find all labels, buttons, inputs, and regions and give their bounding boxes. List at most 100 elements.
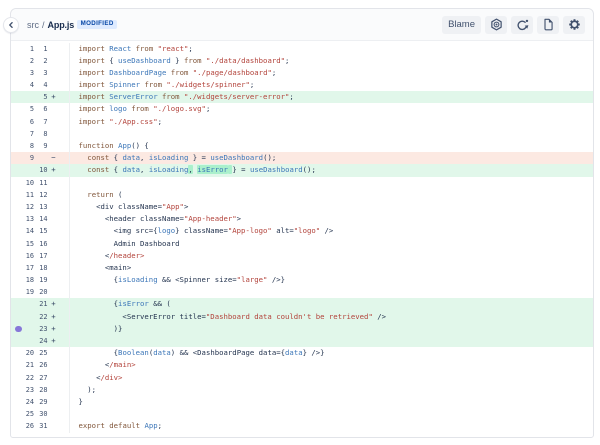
diff-row: 11 12 return ( <box>11 188 593 201</box>
diff-row: 8 9 function App() { <box>11 140 593 153</box>
old-line-number[interactable] <box>11 164 34 176</box>
old-line-number[interactable]: 10 <box>11 177 34 189</box>
file-button[interactable] <box>537 15 559 34</box>
new-line-number[interactable]: 9 <box>34 140 47 152</box>
old-line-number[interactable]: 6 <box>11 116 34 128</box>
old-line-number[interactable]: 25 <box>11 408 34 420</box>
gear-icon <box>568 18 581 31</box>
new-line-number[interactable]: 14 <box>34 213 47 225</box>
new-line-number[interactable]: 3 <box>34 67 47 79</box>
comment-indicator-dot[interactable] <box>15 325 22 333</box>
gutter-separator <box>60 225 70 238</box>
blame-button[interactable]: Blame <box>442 15 481 34</box>
new-line-number[interactable]: 31 <box>34 420 47 432</box>
old-line-number[interactable]: 5 <box>11 103 34 115</box>
old-line-number[interactable]: 2 <box>11 55 34 67</box>
old-line-number[interactable]: 24 <box>11 396 34 408</box>
diff-marker <box>48 396 60 408</box>
old-line-number[interactable] <box>11 311 34 323</box>
old-line-number[interactable]: 18 <box>11 274 34 286</box>
gutter-separator <box>60 249 70 262</box>
new-line-number[interactable] <box>34 152 48 164</box>
new-line-number[interactable]: 15 <box>34 225 47 237</box>
old-line-number[interactable]: 8 <box>11 140 34 152</box>
new-line-number[interactable]: 12 <box>34 189 47 201</box>
diff-marker: + <box>51 92 56 102</box>
diff-row: 3 3 import DashboardPage from "./page/dash… <box>11 66 593 80</box>
new-line-number[interactable]: 26 <box>34 359 47 371</box>
new-line-number[interactable]: 16 <box>34 238 47 250</box>
old-line-number[interactable]: 11 <box>11 189 34 201</box>
old-line-number[interactable]: 21 <box>11 359 34 371</box>
old-line-number[interactable]: 4 <box>11 79 34 91</box>
new-line-number[interactable]: 28 <box>34 384 47 396</box>
new-line-number[interactable]: 19 <box>34 274 47 286</box>
diff-marker <box>48 347 60 359</box>
old-line-number[interactable] <box>11 91 34 103</box>
new-line-number[interactable]: 29 <box>34 396 47 408</box>
new-line-number[interactable]: 11 <box>34 177 47 189</box>
old-line-number[interactable] <box>11 298 34 310</box>
new-line-number[interactable]: 13 <box>34 201 47 213</box>
code-line <box>70 335 593 347</box>
gutter-separator <box>60 127 70 140</box>
old-line-number[interactable]: 17 <box>11 262 34 274</box>
settings-button[interactable] <box>563 15 585 34</box>
diff-row: 10 11 <box>11 176 593 189</box>
new-line-number[interactable]: 27 <box>34 372 47 384</box>
refresh-icon <box>516 18 529 31</box>
code-line <box>70 177 593 189</box>
old-line-number[interactable]: 19 <box>11 286 34 298</box>
old-line-number[interactable]: 23 <box>11 384 34 396</box>
breadcrumb-dir[interactable]: src <box>27 20 39 30</box>
old-line-number[interactable]: 20 <box>11 347 34 359</box>
gutter-separator <box>60 335 70 348</box>
old-line-number[interactable]: 15 <box>11 238 34 250</box>
new-line-number[interactable]: 30 <box>34 408 47 420</box>
code-line: <main> <box>78 262 132 272</box>
gutter-separator <box>60 152 70 165</box>
new-line-number[interactable]: 2 <box>34 55 47 67</box>
new-line-number[interactable]: 24 <box>34 335 47 347</box>
old-line-number[interactable] <box>11 335 34 347</box>
old-line-number[interactable]: 12 <box>11 201 34 213</box>
code-line: import { useDashboard } from "./data/das… <box>78 55 290 65</box>
old-line-number[interactable]: 13 <box>11 213 34 225</box>
old-line-number[interactable]: 7 <box>11 128 34 140</box>
header-actions: Blame <box>442 15 585 34</box>
new-line-number[interactable]: 1 <box>34 43 47 55</box>
new-line-number[interactable]: 18 <box>34 262 47 274</box>
gutter-separator <box>60 200 70 214</box>
new-line-number[interactable]: 4 <box>34 79 47 91</box>
old-line-number[interactable]: 26 <box>11 420 34 432</box>
new-line-number[interactable]: 17 <box>34 250 47 262</box>
new-line-number[interactable]: 10 <box>34 164 47 176</box>
diff-marker <box>48 67 60 79</box>
code-line: export default App; <box>78 421 163 431</box>
code-line <box>70 128 593 140</box>
new-line-number[interactable]: 5 <box>34 91 47 103</box>
diff-marker <box>48 372 60 384</box>
new-line-number[interactable]: 20 <box>34 286 47 298</box>
breadcrumb-file: App.js <box>47 19 75 30</box>
new-line-number[interactable]: 7 <box>34 116 47 128</box>
gutter-separator <box>60 261 70 275</box>
refresh-button[interactable] <box>511 15 533 34</box>
new-line-number[interactable]: 8 <box>34 128 47 140</box>
new-line-number[interactable]: 6 <box>34 103 47 115</box>
gutter-separator <box>60 347 70 360</box>
new-line-number[interactable]: 22 <box>34 311 47 323</box>
nut-button[interactable] <box>485 15 507 34</box>
collapse-file-tree-button[interactable] <box>3 17 19 33</box>
new-line-number[interactable]: 23 <box>34 323 47 335</box>
new-line-number[interactable]: 25 <box>34 347 47 359</box>
old-line-number[interactable]: 9 <box>11 152 34 164</box>
old-line-number[interactable]: 16 <box>11 250 34 262</box>
new-line-number[interactable]: 21 <box>34 298 47 310</box>
old-line-number[interactable]: 14 <box>11 225 34 237</box>
gutter-separator <box>60 383 70 396</box>
diff-marker <box>48 420 60 432</box>
old-line-number[interactable]: 22 <box>11 372 34 384</box>
old-line-number[interactable]: 3 <box>11 67 34 79</box>
old-line-number[interactable]: 1 <box>11 43 34 55</box>
